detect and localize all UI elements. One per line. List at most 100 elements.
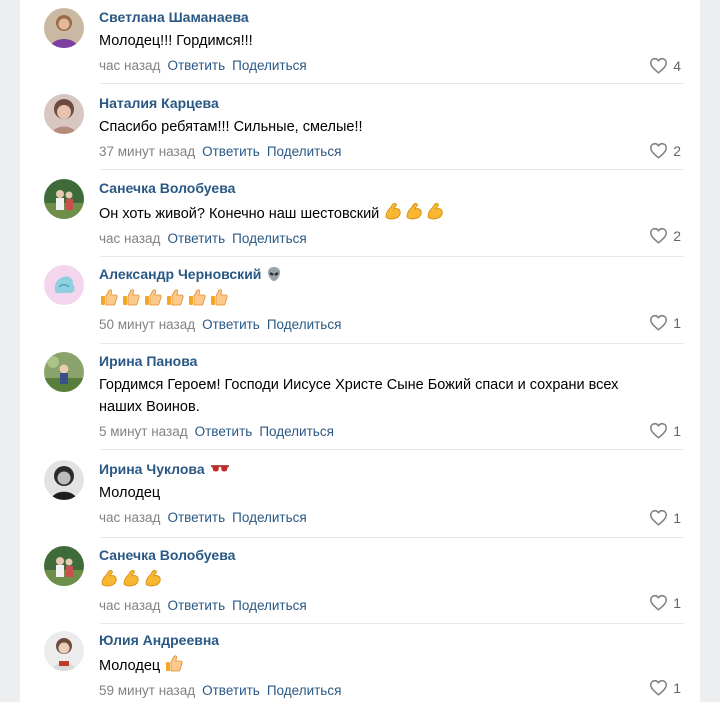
comment-text: Гордимся Героем! Господи Иисусе Христе С…: [99, 377, 619, 415]
comments-panel: Светлана Шаманаева Молодец!!! Гордимся!!…: [20, 0, 700, 702]
comment-item: Санечка Волобуева час назад Ответить Подел…: [44, 546, 684, 624]
comment-author[interactable]: Санечка Волобуева: [99, 546, 684, 564]
like-button[interactable]: 2: [649, 142, 681, 159]
reply-link[interactable]: Ответить: [167, 510, 225, 525]
comment-text: [99, 568, 659, 592]
thumbs-up-icon: [164, 653, 184, 673]
like-count: 2: [673, 227, 681, 244]
share-link[interactable]: Поделиться: [232, 58, 307, 73]
share-link[interactable]: Поделиться: [232, 598, 307, 613]
reply-link[interactable]: Ответить: [202, 683, 260, 698]
like-button[interactable]: 2: [649, 227, 681, 244]
comment-time[interactable]: 59 минут назад: [99, 683, 195, 698]
thumbs-up-icon: [187, 287, 207, 307]
comment-author[interactable]: Санечка Волобуева: [99, 179, 684, 197]
comment-text: Молодец: [99, 485, 161, 501]
reply-link[interactable]: Ответить: [195, 424, 253, 439]
like-button[interactable]: 1: [649, 679, 681, 696]
flexed-biceps-icon: [121, 568, 141, 588]
like-button[interactable]: 4: [649, 57, 681, 74]
divider: [100, 256, 684, 257]
heart-icon: [649, 679, 668, 696]
share-link[interactable]: Поделиться: [267, 144, 342, 159]
avatar[interactable]: [44, 94, 84, 134]
like-count: 1: [673, 594, 681, 611]
comment-meta: час назад Ответить Поделиться: [99, 230, 684, 248]
reply-link[interactable]: Ответить: [167, 58, 225, 73]
like-button[interactable]: 1: [649, 314, 681, 331]
reply-link[interactable]: Ответить: [167, 598, 225, 613]
reply-link[interactable]: Ответить: [202, 317, 260, 332]
flexed-biceps-icon: [425, 201, 445, 221]
heart-icon: [649, 142, 668, 159]
avatar[interactable]: [44, 179, 84, 219]
comment-meta: 59 минут назад Ответить Поделиться: [99, 682, 684, 700]
comment-author[interactable]: Юлия Андреевна: [99, 631, 684, 649]
comment-meta: 37 минут назад Ответить Поделиться: [99, 143, 684, 161]
alien-icon: [268, 267, 281, 281]
comment-time[interactable]: час назад: [99, 58, 160, 73]
comment-item: Наталия Карцева Спасибо ребятам!!! Сильн…: [44, 94, 684, 170]
share-link[interactable]: Поделиться: [232, 510, 307, 525]
avatar[interactable]: [44, 352, 84, 392]
like-count: 4: [673, 57, 681, 74]
avatar[interactable]: [44, 546, 84, 586]
share-link[interactable]: Поделиться: [232, 231, 307, 246]
comment-author[interactable]: Александр Черновский: [99, 265, 684, 283]
comment-text: Молодец!!! Гордимся!!!: [99, 33, 253, 49]
flexed-biceps-icon: [404, 201, 424, 221]
comment-author[interactable]: Наталия Карцева: [99, 94, 684, 112]
comment-text: Молодец: [99, 653, 659, 677]
thumbs-up-icon: [209, 287, 229, 307]
divider: [100, 83, 684, 84]
comment-item: Юлия Андреевна Молодец 59 минут назад Отв…: [44, 631, 684, 702]
comment-text: Он хоть живой? Конечно наш шестовский: [99, 201, 659, 225]
avatar[interactable]: [44, 631, 84, 671]
divider: [100, 537, 684, 538]
like-count: 1: [673, 422, 681, 439]
thumbs-up-icon: [165, 287, 185, 307]
comment-author[interactable]: Ирина Чуклова: [99, 460, 684, 478]
comment-time[interactable]: 50 минут назад: [99, 317, 195, 332]
comment-meta: 50 минут назад Ответить Поделиться: [99, 316, 684, 334]
comment-time[interactable]: 37 минут назад: [99, 144, 195, 159]
heart-icon: [649, 314, 668, 331]
avatar[interactable]: [44, 8, 84, 48]
comment-author[interactable]: Светлана Шаманаева: [99, 8, 684, 26]
comment-meta: час назад Ответить Поделиться: [99, 57, 684, 75]
share-link[interactable]: Поделиться: [267, 683, 342, 698]
comment-time[interactable]: час назад: [99, 510, 160, 525]
heart-icon: [649, 57, 668, 74]
like-count: 1: [673, 679, 681, 696]
thumbs-up-icon: [143, 287, 163, 307]
share-link[interactable]: Поделиться: [259, 424, 334, 439]
comment-text: Спасибо ребятам!!! Сильные, смелые!!: [99, 119, 363, 135]
avatar[interactable]: [44, 460, 84, 500]
comment-item: Ирина Панова Гордимся Героем! Господи Ии…: [44, 352, 684, 450]
avatar[interactable]: [44, 265, 84, 305]
emoji-group: [164, 653, 184, 673]
comment-item: Ирина Чуклова Молодец час назад Ответить П…: [44, 460, 684, 538]
like-count: 1: [673, 509, 681, 526]
comment-item: Светлана Шаманаева Молодец!!! Гордимся!!…: [44, 8, 684, 84]
comment-author[interactable]: Ирина Панова: [99, 352, 684, 370]
divider: [100, 449, 684, 450]
like-button[interactable]: 1: [649, 594, 681, 611]
flexed-biceps-icon: [383, 201, 403, 221]
reply-link[interactable]: Ответить: [202, 144, 260, 159]
like-button[interactable]: 1: [649, 509, 681, 526]
heart-icon: [649, 422, 668, 439]
comment-item: Санечка Волобуева Он хоть живой? Конечно…: [44, 179, 684, 257]
divider: [100, 623, 684, 624]
comment-time[interactable]: час назад: [99, 231, 160, 246]
heart-icon: [649, 509, 668, 526]
divider: [100, 169, 684, 170]
comment-time[interactable]: час назад: [99, 598, 160, 613]
comment-text: [99, 287, 659, 311]
share-link[interactable]: Поделиться: [267, 317, 342, 332]
like-button[interactable]: 1: [649, 422, 681, 439]
reply-link[interactable]: Ответить: [167, 231, 225, 246]
emoji-group: [99, 568, 163, 588]
comment-time[interactable]: 5 минут назад: [99, 424, 188, 439]
emoji-group: [99, 287, 229, 307]
